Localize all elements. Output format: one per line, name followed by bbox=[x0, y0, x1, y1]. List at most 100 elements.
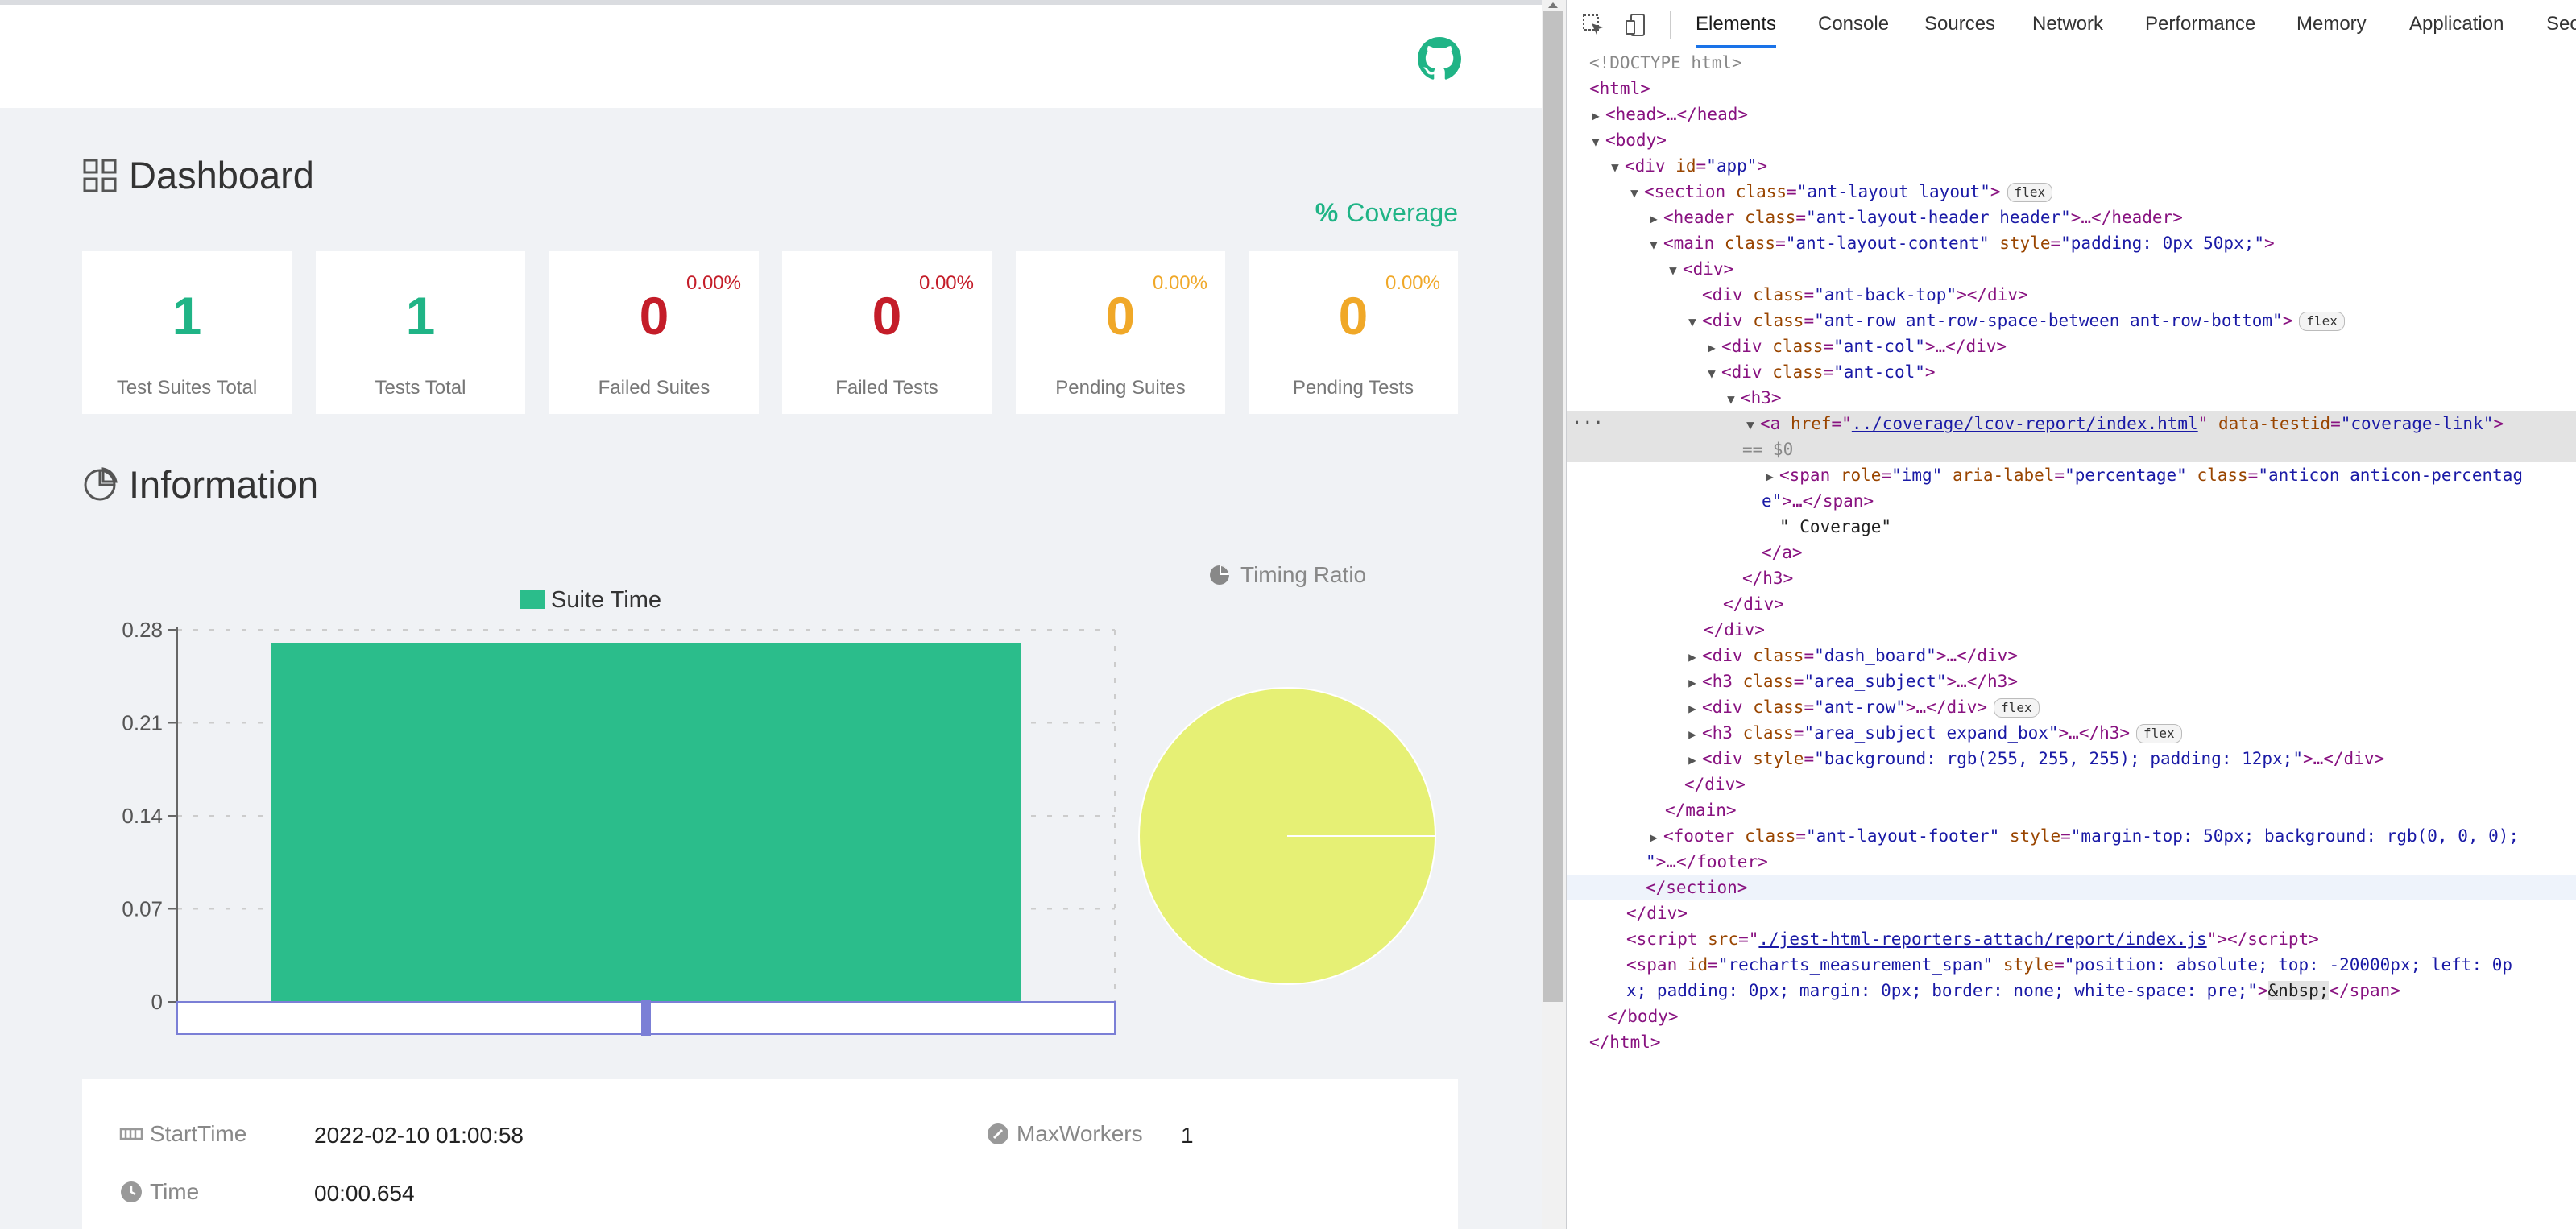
collapse-arrow-icon[interactable]: ▼ bbox=[1586, 129, 1605, 155]
tab-security[interactable]: Sec bbox=[2546, 0, 2576, 48]
expand-arrow-icon[interactable]: ▶ bbox=[1683, 670, 1702, 696]
expand-arrow-icon[interactable]: ▶ bbox=[1760, 464, 1779, 490]
dom-line-footer[interactable]: ▶ <footer class="ant-layout-footer" style… bbox=[1567, 823, 2576, 849]
dom-line-measure-span-cont[interactable]: x; padding: 0px; margin: 0px; border: no… bbox=[1567, 978, 2576, 1003]
dom-line-main[interactable]: ▼ <main class="ant-layout-content" style=… bbox=[1567, 230, 2576, 256]
dom-line-text-node[interactable]: " Coverage" bbox=[1567, 514, 2576, 540]
dom-line-close-a[interactable]: </a> bbox=[1567, 540, 2576, 565]
devtools-panel: Elements Console Sources Network Perform… bbox=[1566, 0, 2576, 1229]
tab-memory[interactable]: Memory bbox=[2296, 0, 2367, 48]
collapse-arrow-icon[interactable]: ▼ bbox=[1702, 361, 1721, 387]
dom-line-dash-board[interactable]: ▶ <div class="dash_board">…</div> bbox=[1567, 643, 2576, 668]
expand-arrow-icon[interactable]: ▶ bbox=[1644, 206, 1663, 232]
attr-value: "ant-layout-header header" bbox=[1806, 208, 2071, 227]
dom-line-back-top[interactable]: <div class="ant-back-top"></div> bbox=[1567, 282, 2576, 308]
start-time-row: StartTime bbox=[119, 1121, 246, 1147]
device-toolbar-icon[interactable] bbox=[1625, 13, 1649, 37]
attr-name: class bbox=[1735, 182, 1787, 201]
expand-arrow-icon[interactable]: ▶ bbox=[1683, 644, 1702, 670]
flex-badge[interactable]: flex bbox=[1994, 698, 2040, 718]
body-tag: <body> bbox=[1605, 130, 1667, 150]
tab-application[interactable]: Application bbox=[2409, 0, 2504, 48]
dom-line-span[interactable]: ▶ <span role="img" aria-label="percentage… bbox=[1567, 462, 2576, 488]
collapse-arrow-icon[interactable]: ▼ bbox=[1625, 180, 1644, 206]
dom-line-ant-col[interactable]: ▶ <div class="ant-col">…</div> bbox=[1567, 333, 2576, 359]
flex-badge[interactable]: flex bbox=[2136, 724, 2182, 743]
dom-line-div[interactable]: ▼ <div> bbox=[1567, 256, 2576, 282]
dom-line-close-div[interactable]: </div> bbox=[1567, 900, 2576, 926]
expand-arrow-icon[interactable]: ▶ bbox=[1586, 103, 1605, 129]
attr-value: "background: rgb(255, 255, 255); padding… bbox=[1814, 749, 2303, 768]
collapse-arrow-icon[interactable]: ▼ bbox=[1644, 232, 1663, 258]
dom-line-close-div[interactable]: </div> bbox=[1567, 591, 2576, 617]
dom-line-html[interactable]: <html> bbox=[1567, 76, 2576, 101]
dom-line-close-body[interactable]: </body> bbox=[1567, 1003, 2576, 1029]
tab-performance[interactable]: Performance bbox=[2145, 0, 2255, 48]
attr-value: "area_subject" bbox=[1804, 672, 1947, 691]
attr-value: e" bbox=[1762, 491, 1783, 511]
collapse-arrow-icon[interactable]: ▼ bbox=[1741, 412, 1760, 438]
dom-line-script[interactable]: <script src="./jest-html-reporters-attac… bbox=[1567, 926, 2576, 952]
dom-line-ant-col-open[interactable]: ▼ <div class="ant-col"> bbox=[1567, 359, 2576, 385]
y-tick-label: 0 bbox=[151, 990, 163, 1014]
dom-line-head[interactable]: ▶ <head>…</head> bbox=[1567, 101, 2576, 127]
scroll-up-arrow-icon[interactable] bbox=[1543, 0, 1563, 10]
expand-arrow-icon[interactable]: ▶ bbox=[1683, 696, 1702, 722]
attr-value: "ant-col" bbox=[1833, 362, 1925, 382]
script-src-link[interactable]: ./jest-html-reporters-attach/report/inde… bbox=[1758, 929, 2206, 949]
dom-line-body[interactable]: ▼ <body> bbox=[1567, 127, 2576, 153]
href-link[interactable]: ../coverage/lcov-report/index.html bbox=[1852, 414, 2198, 433]
collapse-arrow-icon[interactable]: ▼ bbox=[1663, 258, 1683, 283]
dom-line-close-h3[interactable]: </h3> bbox=[1567, 565, 2576, 591]
collapse-arrow-icon[interactable]: ▼ bbox=[1721, 387, 1741, 412]
expand-arrow-icon[interactable]: ▶ bbox=[1644, 825, 1663, 850]
expand-arrow-icon[interactable]: ▶ bbox=[1683, 747, 1702, 773]
dom-line-close-div[interactable]: </div> bbox=[1567, 772, 2576, 797]
dom-line-app-div[interactable]: ▼ <div id="app"> bbox=[1567, 153, 2576, 179]
attr-value: "ant-layout-footer" bbox=[1806, 826, 2000, 846]
scrollbar-thumb[interactable] bbox=[1543, 11, 1563, 1002]
dom-line-footer-cont[interactable]: ">…</footer> bbox=[1567, 849, 2576, 875]
tab-elements[interactable]: Elements bbox=[1696, 0, 1777, 48]
dom-line-measure-span[interactable]: <span id="recharts_measurement_span" sty… bbox=[1567, 952, 2576, 978]
start-time-key: StartTime bbox=[119, 1121, 246, 1147]
dom-line-span-cont[interactable]: e">…</span> bbox=[1567, 488, 2576, 514]
tab-console[interactable]: Console bbox=[1818, 0, 1889, 48]
dom-line-close-div[interactable]: </div> bbox=[1567, 617, 2576, 643]
attr-value: "ant-layout layout" bbox=[1796, 182, 1990, 201]
clock-icon bbox=[121, 1181, 142, 1202]
dom-line-doctype[interactable]: <!DOCTYPE html> bbox=[1567, 50, 2576, 76]
flex-badge[interactable]: flex bbox=[2007, 183, 2053, 202]
attr-value: "padding: 0px 50px;" bbox=[2060, 234, 2265, 253]
dom-line-coverage-anchor[interactable]: ··· ▼ <a href="../coverage/lcov-report/ind… bbox=[1567, 411, 2576, 437]
y-tick-label: 0.21 bbox=[122, 711, 163, 735]
attr-value: "dash_board" bbox=[1814, 646, 1936, 665]
dom-line-ant-row-2[interactable]: ▶ <div class="ant-row">…</div> flex bbox=[1567, 694, 2576, 720]
time-row: Time bbox=[119, 1179, 199, 1205]
expand-arrow-icon[interactable]: ▶ bbox=[1702, 335, 1721, 361]
dom-line-h3[interactable]: ▼ <h3> bbox=[1567, 385, 2576, 411]
attr-value: x; padding: 0px; margin: 0px; border: no… bbox=[1626, 981, 2258, 1000]
y-tick-label: 0.14 bbox=[122, 804, 163, 828]
dom-line-section[interactable]: ▼ <section class="ant-layout layout"> flex bbox=[1567, 179, 2576, 205]
dom-line-close-html[interactable]: </html> bbox=[1567, 1029, 2576, 1055]
flex-badge[interactable]: flex bbox=[2299, 312, 2345, 331]
dom-line-styled-div[interactable]: ▶ <div style="background: rgb(255, 255, 2… bbox=[1567, 746, 2576, 772]
y-tick-label: 0.07 bbox=[122, 897, 163, 921]
tab-network[interactable]: Network bbox=[2032, 0, 2103, 48]
start-time-value: 2022-02-10 01:00:58 bbox=[314, 1123, 524, 1148]
dom-line-ant-row[interactable]: ▼ <div class="ant-row ant-row-space-betwe… bbox=[1567, 308, 2576, 333]
dom-line-close-main[interactable]: </main> bbox=[1567, 797, 2576, 823]
dom-line-expand-box[interactable]: ▶ <h3 class="area_subject expand_box">…</… bbox=[1567, 720, 2576, 746]
collapse-arrow-icon[interactable]: ▼ bbox=[1683, 309, 1702, 335]
more-options-icon[interactable]: ··· bbox=[1572, 411, 1604, 437]
inspect-element-icon[interactable] bbox=[1581, 13, 1605, 37]
legend-swatch bbox=[520, 590, 545, 609]
dom-line-header[interactable]: ▶ <header class="ant-layout-header header… bbox=[1567, 205, 2576, 230]
expand-arrow-icon[interactable]: ▶ bbox=[1683, 722, 1702, 747]
collapse-arrow-icon[interactable]: ▼ bbox=[1605, 155, 1625, 180]
dom-line-area-subject[interactable]: ▶ <h3 class="area_subject">…</h3> bbox=[1567, 668, 2576, 694]
dom-line-close-section[interactable]: </section> bbox=[1567, 875, 2576, 900]
tab-sources[interactable]: Sources bbox=[1924, 0, 1995, 48]
attr-value: "ant-row ant-row-space-between ant-row-b… bbox=[1814, 311, 2283, 330]
